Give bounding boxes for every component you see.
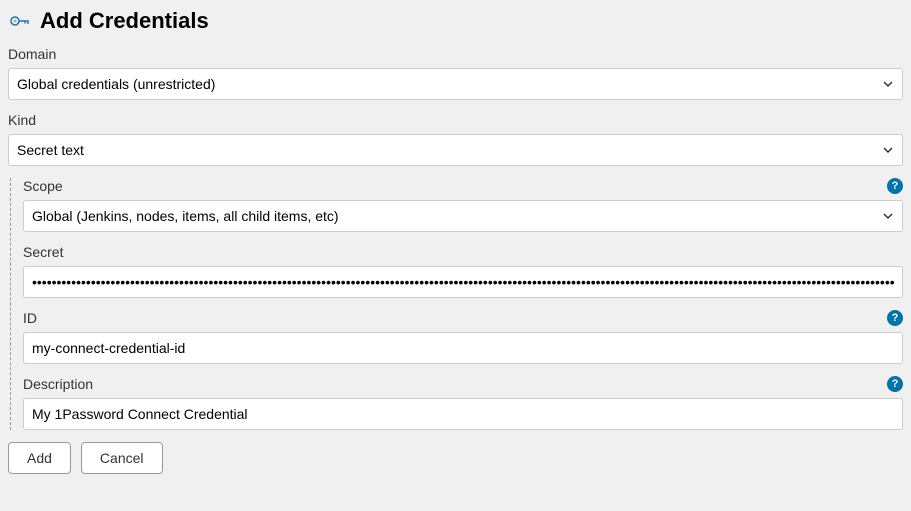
id-input[interactable] <box>23 332 903 364</box>
nested-fields: Scope ? Global (Jenkins, nodes, items, a… <box>10 178 903 430</box>
domain-group: Domain Global credentials (unrestricted) <box>8 46 903 100</box>
id-group: ID ? <box>23 310 903 364</box>
help-icon[interactable]: ? <box>887 376 903 392</box>
button-row: Add Cancel <box>8 442 903 474</box>
help-icon[interactable]: ? <box>887 178 903 194</box>
description-group: Description ? <box>23 376 903 430</box>
scope-select[interactable]: Global (Jenkins, nodes, items, all child… <box>23 200 903 232</box>
domain-select[interactable]: Global credentials (unrestricted) <box>8 68 903 100</box>
key-icon <box>8 9 32 33</box>
page-header: Add Credentials <box>8 8 903 34</box>
help-icon[interactable]: ? <box>887 310 903 326</box>
scope-label: Scope <box>23 178 63 194</box>
kind-group: Kind Secret text <box>8 112 903 166</box>
domain-label: Domain <box>8 46 903 62</box>
description-input[interactable] <box>23 398 903 430</box>
secret-input[interactable] <box>23 266 903 298</box>
secret-label: Secret <box>23 244 903 260</box>
secret-group: Secret <box>23 244 903 298</box>
scope-group: Scope ? Global (Jenkins, nodes, items, a… <box>23 178 903 232</box>
id-label: ID <box>23 310 37 326</box>
cancel-button[interactable]: Cancel <box>81 442 163 474</box>
add-button[interactable]: Add <box>8 442 71 474</box>
kind-label: Kind <box>8 112 903 128</box>
page-title: Add Credentials <box>40 8 209 34</box>
description-label: Description <box>23 376 93 392</box>
kind-select[interactable]: Secret text <box>8 134 903 166</box>
